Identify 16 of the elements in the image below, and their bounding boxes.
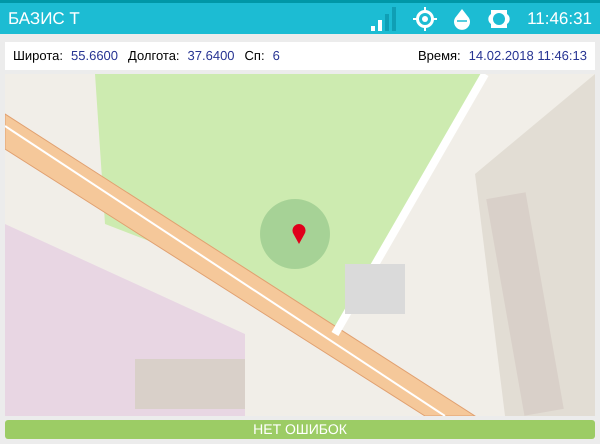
ring-icon [487, 8, 512, 30]
field-label: Широта: [13, 47, 64, 66]
field-value: 14.02.2018 11:46:13 [468, 47, 587, 66]
signal-icon [371, 6, 398, 30]
field-value: 37.6400 [188, 47, 235, 66]
field-label: Сп: [244, 47, 265, 66]
drop-icon [453, 8, 472, 30]
field-value: 6 [272, 47, 280, 66]
status-text: НЕТ ОШИБОК [253, 420, 347, 439]
clock: 11:46:31 [527, 8, 592, 30]
app-title: БАЗИС Т [8, 8, 81, 30]
field-value: 55.6600 [71, 47, 118, 66]
location-pin-icon [292, 224, 306, 244]
field-label: Долгота: [128, 47, 180, 66]
field-label: Время: [418, 47, 461, 66]
gps-target-icon [413, 6, 438, 30]
